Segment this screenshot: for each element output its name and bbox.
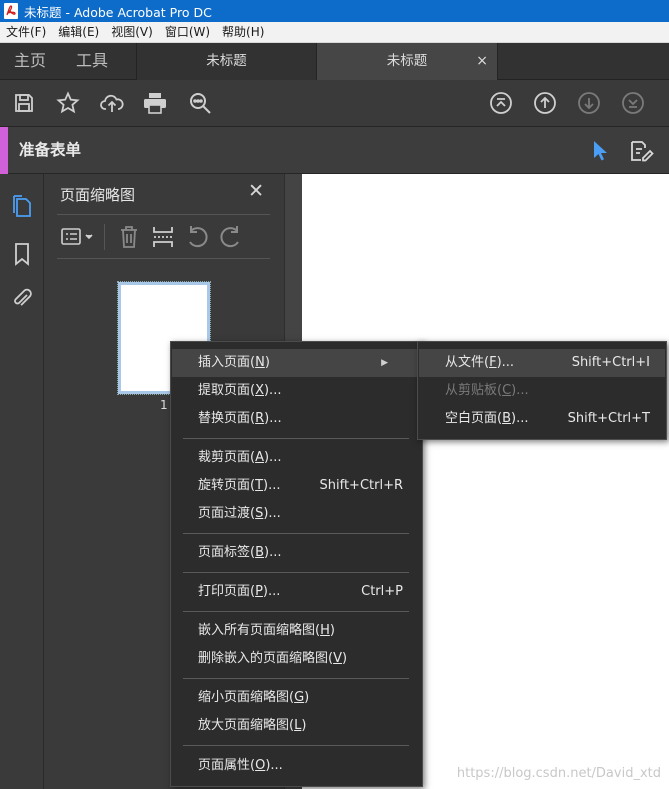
zoom-search-icon[interactable] bbox=[187, 90, 213, 116]
rotate-right-icon[interactable] bbox=[218, 224, 244, 250]
print-icon[interactable] bbox=[142, 90, 168, 116]
context-menu: 插入页面(N) ▶ 提取页面(X)... 替换页面(R)... 裁剪页面(A).… bbox=[170, 341, 423, 787]
menu-separator bbox=[183, 572, 409, 573]
menu-item-label: 嵌入所有页面缩略图(H) bbox=[198, 623, 335, 638]
menu-item-insert-pages[interactable]: 插入页面(N) ▶ bbox=[172, 349, 421, 377]
menu-item-label: 提取页面(X)... bbox=[198, 383, 282, 398]
tab-document-1[interactable]: 未标题 bbox=[136, 43, 316, 80]
page-thumbnails-icon[interactable] bbox=[9, 194, 35, 220]
insert-pages-submenu: 从文件(F)... Shift+Ctrl+I 从剪贴板(C)... 空白页面(B… bbox=[417, 341, 667, 440]
menu-item-label: 页面标签(B)... bbox=[198, 545, 282, 560]
menu-item-label: 页面过渡(S)... bbox=[198, 506, 281, 521]
menu-item-rotate-pages[interactable]: 旋转页面(T)... Shift+Ctrl+R bbox=[172, 472, 421, 500]
next-page-icon[interactable] bbox=[576, 90, 602, 116]
panel-divider bbox=[57, 214, 270, 215]
first-page-icon[interactable] bbox=[488, 90, 514, 116]
cloud-upload-icon[interactable] bbox=[99, 90, 125, 116]
menu-item-label: 替换页面(R)... bbox=[198, 411, 282, 426]
menu-bar: 文件(F) 编辑(E) 视图(V) 窗口(W) 帮助(H) bbox=[0, 22, 669, 43]
insert-page-icon[interactable] bbox=[150, 224, 176, 250]
menu-item-extract-pages[interactable]: 提取页面(X)... bbox=[172, 377, 421, 405]
menu-help[interactable]: 帮助(H) bbox=[216, 22, 270, 43]
menu-item-shortcut: Ctrl+P bbox=[361, 584, 403, 599]
form-edit-icon[interactable] bbox=[629, 138, 655, 164]
menu-item-label: 页面属性(O)... bbox=[198, 758, 283, 773]
watermark-text: https://blog.csdn.net/David_xtd bbox=[456, 766, 661, 781]
menu-item-label: 裁剪页面(A)... bbox=[198, 450, 282, 465]
submenu-item-shortcut: Shift+Ctrl+T bbox=[567, 411, 650, 426]
prev-page-icon[interactable] bbox=[532, 90, 558, 116]
menu-separator bbox=[183, 745, 409, 746]
save-icon[interactable] bbox=[11, 90, 37, 116]
menu-item-crop-pages[interactable]: 裁剪页面(A)... bbox=[172, 444, 421, 472]
last-page-icon[interactable] bbox=[620, 90, 646, 116]
menu-item-label: 打印页面(P)... bbox=[198, 584, 281, 599]
tab-close-icon[interactable]: × bbox=[476, 43, 488, 80]
form-bar-title: 准备表单 bbox=[19, 141, 82, 159]
tab-home[interactable]: 主页 bbox=[14, 43, 46, 79]
menu-item-remove-embedded-thumbnails[interactable]: 删除嵌入的页面缩略图(V) bbox=[172, 645, 421, 673]
navigation-rail bbox=[0, 174, 44, 789]
select-pointer-icon[interactable] bbox=[587, 138, 613, 164]
menu-separator bbox=[183, 438, 409, 439]
tab-document-2[interactable]: 未标题 × bbox=[316, 43, 498, 80]
form-bar-accent bbox=[0, 127, 8, 174]
tab-tools[interactable]: 工具 bbox=[76, 43, 108, 79]
menu-edit[interactable]: 编辑(E) bbox=[52, 22, 105, 43]
panel-divider bbox=[57, 258, 270, 259]
submenu-item-blank-page[interactable]: 空白页面(B)... Shift+Ctrl+T bbox=[419, 405, 665, 433]
menu-view[interactable]: 视图(V) bbox=[105, 22, 159, 43]
menu-separator bbox=[183, 611, 409, 612]
menu-window[interactable]: 窗口(W) bbox=[159, 22, 216, 43]
menu-item-embed-thumbnails[interactable]: 嵌入所有页面缩略图(H) bbox=[172, 617, 421, 645]
menu-item-shortcut: Shift+Ctrl+R bbox=[319, 478, 404, 493]
menu-separator bbox=[183, 533, 409, 534]
menu-item-enlarge-thumbnails[interactable]: 放大页面缩略图(L) bbox=[172, 712, 421, 740]
toolbar-divider bbox=[104, 224, 105, 250]
menu-item-label: 旋转页面(T)... bbox=[198, 478, 281, 493]
panel-close-icon[interactable]: ✕ bbox=[248, 180, 264, 202]
prepare-form-bar: 准备表单 bbox=[0, 127, 669, 174]
menu-item-replace-pages[interactable]: 替换页面(R)... bbox=[172, 405, 421, 433]
menu-item-page-transitions[interactable]: 页面过渡(S)... bbox=[172, 500, 421, 528]
tab-document-2-label: 未标题 bbox=[386, 53, 428, 69]
menu-file[interactable]: 文件(F) bbox=[0, 22, 52, 43]
tab-document-1-label: 未标题 bbox=[206, 53, 247, 69]
panel-title: 页面缩略图 bbox=[60, 186, 136, 204]
delete-page-icon[interactable] bbox=[116, 224, 142, 250]
main-toolbar bbox=[0, 80, 669, 127]
menu-item-print-pages[interactable]: 打印页面(P)... Ctrl+P bbox=[172, 578, 421, 606]
window-title: 未标题 - Adobe Acrobat Pro DC bbox=[24, 4, 212, 20]
title-bar: 未标题 - Adobe Acrobat Pro DC bbox=[0, 0, 669, 22]
submenu-item-from-clipboard[interactable]: 从剪贴板(C)... bbox=[419, 377, 665, 405]
attachment-icon[interactable] bbox=[9, 286, 35, 312]
bookmark-icon[interactable] bbox=[9, 241, 35, 267]
menu-separator bbox=[183, 678, 409, 679]
menu-item-label: 删除嵌入的页面缩略图(V) bbox=[198, 651, 348, 666]
submenu-item-label: 从剪贴板(C)... bbox=[445, 383, 529, 398]
submenu-item-from-file[interactable]: 从文件(F)... Shift+Ctrl+I bbox=[419, 349, 665, 377]
submenu-item-label: 从文件(F)... bbox=[445, 355, 515, 370]
menu-item-page-properties[interactable]: 页面属性(O)... bbox=[172, 752, 421, 780]
options-menu-icon[interactable] bbox=[58, 224, 98, 250]
tab-bar: 主页 工具 未标题 未标题 × bbox=[0, 43, 669, 80]
star-icon[interactable] bbox=[55, 90, 81, 116]
thumbnail-page-number: 1 bbox=[160, 398, 168, 412]
more-tools-icon[interactable] bbox=[660, 90, 669, 116]
menu-item-label: 放大页面缩略图(L) bbox=[198, 718, 307, 733]
submenu-item-label: 空白页面(B)... bbox=[445, 411, 529, 426]
rotate-left-icon[interactable] bbox=[184, 224, 210, 250]
menu-item-label: 插入页面(N) bbox=[198, 355, 270, 370]
submenu-arrow-icon: ▶ bbox=[381, 358, 388, 368]
submenu-item-shortcut: Shift+Ctrl+I bbox=[571, 355, 650, 370]
menu-item-page-labels[interactable]: 页面标签(B)... bbox=[172, 539, 421, 567]
menu-item-reduce-thumbnails[interactable]: 缩小页面缩略图(G) bbox=[172, 684, 421, 712]
menu-item-label: 缩小页面缩略图(G) bbox=[198, 690, 310, 705]
acrobat-icon bbox=[4, 3, 18, 19]
